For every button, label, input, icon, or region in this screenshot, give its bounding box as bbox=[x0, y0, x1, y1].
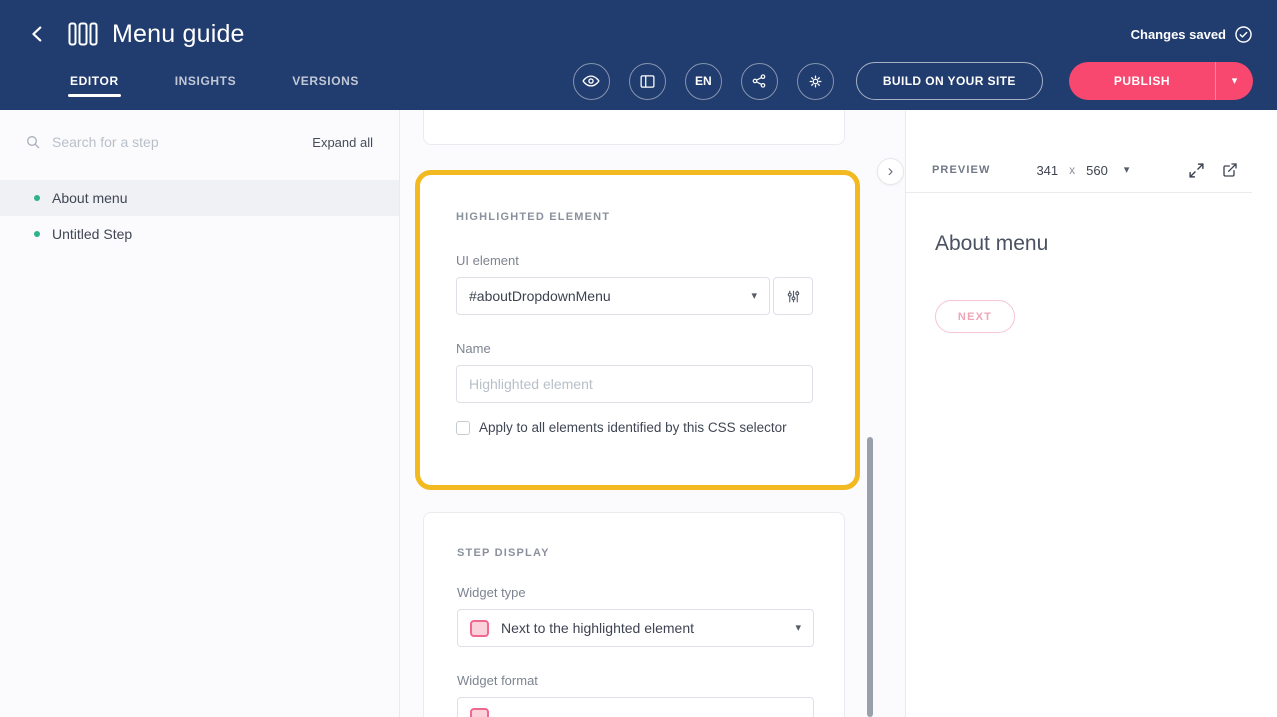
step-label: Untitled Step bbox=[52, 226, 132, 242]
element-selector-settings-button[interactable] bbox=[773, 277, 813, 315]
tab-editor[interactable]: EDITOR bbox=[70, 74, 119, 88]
apply-all-checkbox-label: Apply to all elements identified by this… bbox=[479, 420, 787, 435]
header-tabs: EDITOR INSIGHTS VERSIONS bbox=[70, 74, 359, 88]
editor-scrollbar[interactable] bbox=[867, 437, 873, 717]
gear-icon bbox=[807, 73, 824, 90]
app-logo-icon bbox=[68, 21, 98, 47]
step-search-row: Expand all bbox=[0, 110, 399, 166]
search-icon bbox=[25, 134, 41, 150]
section-title: STEP DISPLAY bbox=[457, 547, 811, 559]
name-label: Name bbox=[456, 341, 819, 356]
layout-icon bbox=[639, 73, 656, 90]
step-status-dot bbox=[34, 195, 40, 201]
language-button[interactable]: EN bbox=[685, 63, 722, 100]
share-icon bbox=[751, 73, 767, 89]
changes-saved-status: Changes saved bbox=[1131, 25, 1253, 44]
maximize-icon bbox=[1188, 162, 1205, 179]
theme-layout-button[interactable] bbox=[629, 63, 666, 100]
build-on-your-site-button[interactable]: BUILD ON YOUR SITE bbox=[856, 62, 1043, 100]
app-header: Menu guide Changes saved EDITOR INSIGHTS… bbox=[0, 0, 1277, 110]
step-list: About menu Untitled Step bbox=[0, 180, 399, 252]
publish-button[interactable]: PUBLISH bbox=[1069, 62, 1215, 100]
share-button[interactable] bbox=[741, 63, 778, 100]
steps-sidebar: Expand all About menu Untitled Step bbox=[0, 110, 400, 717]
tooltip-widget-icon bbox=[470, 708, 489, 717]
element-name-input[interactable] bbox=[456, 365, 813, 403]
expand-preview-button[interactable] bbox=[1188, 162, 1205, 179]
changes-saved-label: Changes saved bbox=[1131, 27, 1226, 42]
expand-all-link[interactable]: Expand all bbox=[312, 135, 373, 150]
open-in-new-tab-button[interactable] bbox=[1222, 162, 1238, 178]
highlighted-element-card: HIGHLIGHTED ELEMENT UI element #aboutDro… bbox=[415, 170, 860, 490]
preview-size-selector[interactable]: 341 x 560 ▾ bbox=[1036, 163, 1129, 178]
settings-button[interactable] bbox=[797, 63, 834, 100]
preview-eye-button[interactable] bbox=[573, 63, 610, 100]
previous-settings-card-partial bbox=[423, 110, 845, 145]
ui-element-value: #aboutDropdownMenu bbox=[469, 288, 611, 304]
preview-title: PREVIEW bbox=[932, 164, 990, 176]
check-circle-icon bbox=[1234, 25, 1253, 44]
chevron-left-icon bbox=[27, 23, 49, 45]
widget-type-value: Next to the highlighted element bbox=[501, 620, 694, 636]
step-display-card: STEP DISPLAY Widget type Next to the hig… bbox=[423, 512, 845, 717]
tab-versions[interactable]: VERSIONS bbox=[292, 74, 359, 88]
publish-button-group: PUBLISH ▾ bbox=[1069, 62, 1253, 100]
step-label: About menu bbox=[52, 190, 128, 206]
widget-format-label: Widget format bbox=[457, 673, 811, 688]
step-search-input[interactable] bbox=[52, 134, 301, 150]
eye-icon bbox=[582, 72, 600, 90]
tooltip-widget-icon bbox=[470, 620, 489, 637]
preview-height-value: 560 bbox=[1086, 163, 1108, 178]
page-title: Menu guide bbox=[112, 20, 245, 49]
chevron-down-icon: ▾ bbox=[1232, 76, 1238, 87]
ui-element-label: UI element bbox=[456, 253, 819, 268]
collapse-panel-button[interactable]: › bbox=[877, 158, 904, 185]
widget-type-select[interactable]: Next to the highlighted element ▾ bbox=[457, 609, 814, 647]
tab-insights[interactable]: INSIGHTS bbox=[175, 74, 236, 88]
apply-all-checkbox[interactable] bbox=[456, 421, 470, 435]
step-settings-panel: HIGHLIGHTED ELEMENT UI element #aboutDro… bbox=[400, 110, 905, 717]
chevron-down-icon: ▾ bbox=[795, 623, 801, 634]
chevron-down-icon: ▾ bbox=[751, 291, 757, 302]
step-item-about-menu[interactable]: About menu bbox=[0, 180, 399, 216]
publish-dropdown-button[interactable]: ▾ bbox=[1215, 62, 1253, 100]
ui-element-select[interactable]: #aboutDropdownMenu ▾ bbox=[456, 277, 770, 315]
widget-format-select[interactable] bbox=[457, 697, 814, 717]
preview-next-button[interactable]: NEXT bbox=[935, 300, 1015, 333]
preview-panel: PREVIEW 341 x 560 ▾ About menu NEXT bbox=[905, 110, 1277, 717]
widget-type-label: Widget type bbox=[457, 585, 811, 600]
section-title: HIGHLIGHTED ELEMENT bbox=[456, 211, 819, 223]
preview-header: PREVIEW 341 x 560 ▾ bbox=[906, 148, 1252, 193]
step-status-dot bbox=[34, 231, 40, 237]
size-separator: x bbox=[1069, 163, 1075, 177]
preview-step-title: About menu bbox=[935, 232, 1277, 256]
chevron-right-icon: › bbox=[888, 162, 894, 179]
back-button[interactable] bbox=[24, 20, 52, 48]
preview-width-value: 341 bbox=[1036, 163, 1058, 178]
sliders-icon bbox=[786, 289, 801, 304]
chevron-down-icon: ▾ bbox=[1124, 165, 1130, 176]
external-link-icon bbox=[1222, 162, 1238, 178]
step-item-untitled-step[interactable]: Untitled Step bbox=[0, 216, 399, 252]
preview-canvas: About menu NEXT bbox=[906, 193, 1277, 333]
